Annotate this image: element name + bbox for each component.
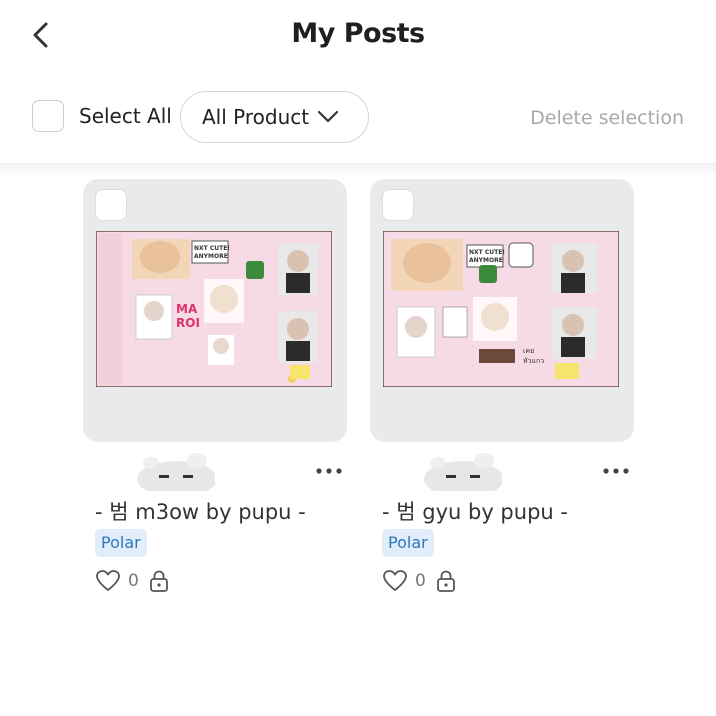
page-title: My Posts <box>291 18 425 49</box>
author-avatar <box>424 453 502 491</box>
select-all-checkbox[interactable] <box>32 100 64 132</box>
collage-text: NXT CUTE! <box>194 245 230 252</box>
like-count: 0 <box>128 571 139 591</box>
lock-icon <box>437 570 455 592</box>
author-avatar <box>137 453 215 491</box>
delete-selection-button[interactable]: Delete selection <box>530 107 684 129</box>
my-posts-screen: My Posts Select All All Product Delete s… <box>0 0 716 716</box>
selection-toolbar: Select All All Product Delete selection <box>0 80 716 164</box>
post-select-checkbox[interactable] <box>382 189 414 221</box>
post-thumbnail[interactable]: NXT CUTE! ANYMORE MA ROI <box>83 179 347 442</box>
toolbar-divider <box>0 163 716 177</box>
chevron-down-icon <box>317 110 339 123</box>
collage-text: ROI <box>176 316 200 330</box>
collage-text: เคย <box>523 347 534 355</box>
header: My Posts <box>0 0 716 80</box>
product-tag-badge: Polar <box>382 529 434 557</box>
product-filter-dropdown[interactable]: All Product <box>180 91 369 143</box>
heart-icon[interactable] <box>382 569 408 593</box>
post-title[interactable]: - 범 m3ow by pupu - <box>95 496 306 526</box>
select-all-label[interactable]: Select All <box>79 104 172 128</box>
post-title[interactable]: - 범 gyu by pupu - <box>382 496 568 526</box>
product-filter-value: All Product <box>202 105 310 129</box>
collage-text: ANYMORE <box>194 253 228 260</box>
sticker-collage-image: NXT CUTE! ANYMORE เคย หัวแกว <box>383 231 619 387</box>
product-tag-badge: Polar <box>95 529 147 557</box>
collage-text: ANYMORE <box>469 257 503 264</box>
collage-text: หัวแกว <box>523 357 544 365</box>
heart-icon[interactable] <box>95 569 121 593</box>
collage-text: MA <box>176 302 198 316</box>
like-count: 0 <box>415 571 426 591</box>
post-thumbnail[interactable]: NXT CUTE! ANYMORE เคย หัวแกว <box>370 179 634 442</box>
sticker-collage-image: NXT CUTE! ANYMORE MA ROI <box>96 231 332 387</box>
lock-icon <box>150 570 168 592</box>
collage-text: NXT CUTE! <box>469 249 505 256</box>
more-options-icon[interactable] <box>599 461 635 481</box>
more-options-icon[interactable] <box>312 461 348 481</box>
post-select-checkbox[interactable] <box>95 189 127 221</box>
